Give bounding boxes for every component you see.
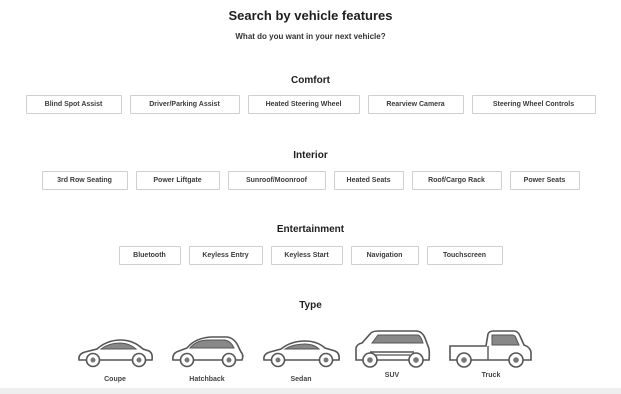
chip-bluetooth[interactable]: Bluetooth: [118, 246, 181, 265]
chip-3rd-row-seating[interactable]: 3rd Row Seating: [41, 171, 128, 190]
chip-roof-cargo-rack[interactable]: Roof/Cargo Rack: [411, 171, 502, 190]
chip-blind-spot-assist[interactable]: Blind Spot Assist: [25, 95, 122, 114]
type-coupe[interactable]: Coupe: [70, 330, 160, 383]
chip-touchscreen[interactable]: Touchscreen: [426, 246, 503, 265]
chip-steering-wheel-controls[interactable]: Steering Wheel Controls: [471, 95, 596, 114]
chip-power-liftgate[interactable]: Power Liftgate: [135, 171, 220, 190]
entertainment-section-title: Entertainment: [276, 224, 345, 235]
entertainment-chips: Bluetooth Keyless Entry Keyless Start Na…: [0, 246, 621, 265]
chip-keyless-entry[interactable]: Keyless Entry: [188, 246, 263, 265]
interior-section-title: Interior: [293, 150, 328, 161]
type-truck[interactable]: Truck: [446, 326, 536, 379]
type-hatchback[interactable]: Hatchback: [162, 330, 252, 383]
coupe-icon: [78, 339, 153, 368]
page-subtitle: What do you want in your next vehicle?: [235, 32, 386, 41]
chip-driver-parking-assist[interactable]: Driver/Parking Assist: [129, 95, 240, 114]
truck-icon: [449, 330, 532, 368]
type-sedan[interactable]: Sedan: [256, 330, 346, 383]
type-section-title: Type: [299, 300, 322, 311]
comfort-section-title: Comfort: [291, 75, 330, 86]
type-suv-label: SUV: [384, 372, 400, 379]
type-truck-label: Truck: [481, 372, 501, 379]
chip-rearview-camera[interactable]: Rearview Camera: [367, 95, 464, 114]
chip-power-seats[interactable]: Power Seats: [509, 171, 580, 190]
suv-icon: [355, 330, 431, 368]
type-coupe-label: Coupe: [104, 376, 126, 383]
hatchback-icon: [172, 336, 244, 368]
sedan-icon: [263, 340, 340, 368]
type-sedan-label: Sedan: [290, 376, 312, 383]
type-hatchback-label: Hatchback: [189, 376, 225, 383]
type-suv[interactable]: SUV: [347, 326, 437, 379]
chip-sunroof-moonroof[interactable]: Sunroof/Moonroof: [227, 171, 326, 190]
chip-keyless-start[interactable]: Keyless Start: [270, 246, 343, 265]
interior-chips: 3rd Row Seating Power Liftgate Sunroof/M…: [0, 171, 621, 190]
comfort-chips: Blind Spot Assist Driver/Parking Assist …: [0, 95, 621, 114]
page-title: Search by vehicle features: [228, 8, 393, 23]
chip-navigation[interactable]: Navigation: [350, 246, 419, 265]
chip-heated-seats[interactable]: Heated Seats: [333, 171, 404, 190]
chip-heated-steering-wheel[interactable]: Heated Steering Wheel: [247, 95, 360, 114]
bottom-bar: [0, 388, 621, 394]
